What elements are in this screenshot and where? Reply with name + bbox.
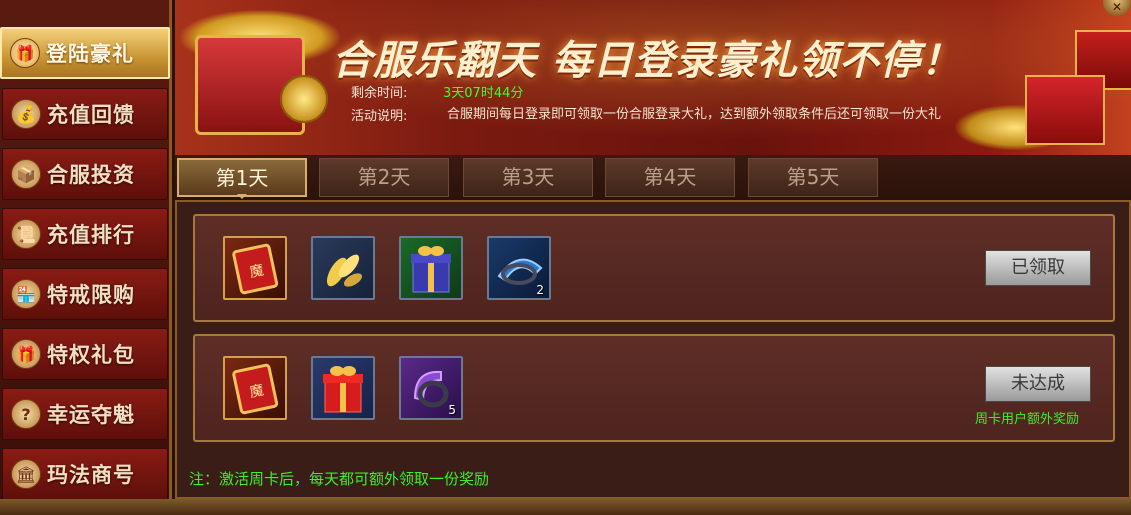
- gift-icon: 🎁: [11, 339, 41, 369]
- gold-coin-decoration: [280, 75, 328, 123]
- tab-day-4[interactable]: 第4天: [605, 158, 735, 197]
- sidebar-item-label: 充值排行: [47, 222, 135, 247]
- sidebar-item-login-gift[interactable]: 🎁 登陆豪礼: [0, 27, 170, 79]
- question-icon: ?: [11, 399, 41, 429]
- reward-row: 魔 2 已领取: [193, 214, 1115, 322]
- sidebar-menu: 🎁 登陆豪礼 💰 充值回馈 📦 合服投资 📜 充值排行 🏪 特戒限购 🎁 特权礼…: [0, 0, 172, 515]
- red-token-icon[interactable]: 魔: [223, 236, 287, 300]
- golden-leaves-icon[interactable]: [311, 236, 375, 300]
- gift-icon: 🎁: [10, 38, 40, 68]
- sidebar-item-label: 充值回馈: [47, 102, 135, 127]
- sidebar-item-label: 登陆豪礼: [46, 41, 134, 66]
- reward-panel: 魔 2 已领取 魔 5 未达成 周卡用户额外奖励 注：激活周卡后，每天都可额外领…: [175, 200, 1131, 499]
- sidebar-item-label: 特权礼包: [47, 342, 135, 367]
- sidebar-item-label: 幸运夺魁: [47, 402, 135, 427]
- purple-giftbox-icon[interactable]: [399, 236, 463, 300]
- tab-day-2[interactable]: 第2天: [319, 158, 449, 197]
- description-text: 合服期间每日登录即可领取一份合服登录大礼，达到额外领取条件后还可领取一份大礼: [447, 107, 942, 122]
- sidebar-item-lucky-draw[interactable]: ? 幸运夺魁: [2, 388, 168, 440]
- red-token-icon[interactable]: 魔: [223, 356, 287, 420]
- sidebar-item-mafa-store[interactable]: 🏛 玛法商号: [2, 448, 168, 500]
- weekly-card-extra-note: 周卡用户额外奖励: [975, 412, 1080, 427]
- scroll-icon: 📜: [11, 219, 41, 249]
- money-bag-icon: 💰: [11, 99, 41, 129]
- sidebar-item-privilege-pack[interactable]: 🎁 特权礼包: [2, 328, 168, 380]
- red-giftbox-icon[interactable]: [311, 356, 375, 420]
- sidebar-item-label: 特戒限购: [47, 282, 135, 307]
- remaining-time-value: 3天07时44分: [443, 86, 524, 101]
- blue-ring-icon[interactable]: 2: [487, 236, 551, 300]
- sidebar-item-ring-limited[interactable]: 🏪 特戒限购: [2, 268, 168, 320]
- sidebar-item-label: 玛法商号: [47, 462, 135, 487]
- description-label: 活动说明:: [351, 109, 408, 124]
- tab-day-5[interactable]: 第5天: [748, 158, 878, 197]
- close-icon: ✕: [1111, 0, 1123, 14]
- tab-day-1[interactable]: 第1天: [177, 158, 307, 197]
- remaining-time-row: 剩余时间: 3天07时44分: [351, 82, 523, 101]
- description-label-row: 活动说明:: [351, 105, 443, 124]
- not-reached-button[interactable]: 未达成: [985, 366, 1091, 402]
- tab-day-3[interactable]: 第3天: [463, 158, 593, 197]
- bottom-frame: [0, 499, 1131, 515]
- day-tabs: 第1天 第2天 第3天 第4天 第5天: [175, 155, 1131, 200]
- reward-row: 魔 5 未达成 周卡用户额外奖励: [193, 334, 1115, 442]
- claimed-button[interactable]: 已领取: [985, 250, 1091, 286]
- active-tab-caret-icon: [237, 194, 247, 199]
- footer-note: 注：激活周卡后，每天都可额外领取一份奖励: [189, 470, 490, 488]
- banner-headline: 合服乐翻天 每日登录豪礼领不停！: [332, 37, 962, 84]
- event-banner: 合服乐翻天 每日登录豪礼领不停！ 剩余时间: 3天07时44分 活动说明: 合服期…: [175, 0, 1131, 155]
- remaining-time-label: 剩余时间:: [351, 86, 408, 101]
- shop-icon: 🏪: [11, 279, 41, 309]
- item-count: 2: [536, 283, 544, 297]
- store-icon: 🏛: [11, 459, 41, 489]
- sidebar-item-merge-investment[interactable]: 📦 合服投资: [2, 148, 168, 200]
- item-count: 5: [448, 403, 456, 417]
- treasure-box-icon: 📦: [11, 159, 41, 189]
- sidebar-item-recharge-ranking[interactable]: 📜 充值排行: [2, 208, 168, 260]
- sidebar-item-recharge-reward[interactable]: 💰 充值回馈: [2, 88, 168, 140]
- sidebar-item-label: 合服投资: [47, 162, 135, 187]
- purple-ring-icon[interactable]: 5: [399, 356, 463, 420]
